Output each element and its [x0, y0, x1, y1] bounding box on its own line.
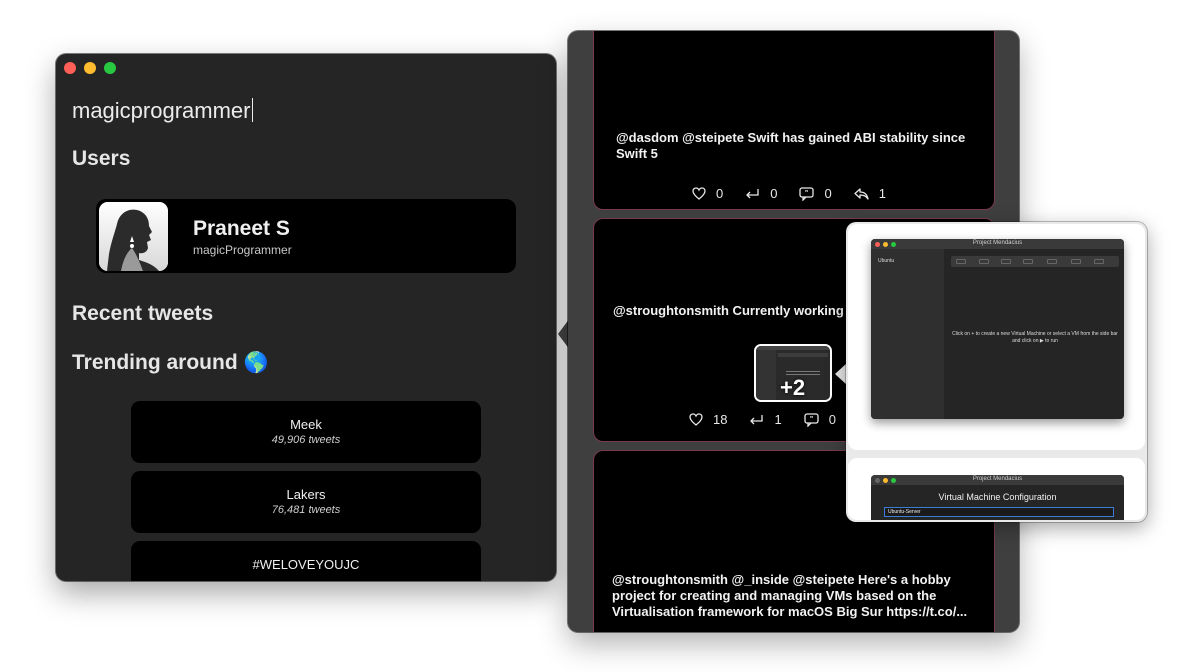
user-name: Praneet S — [193, 217, 290, 240]
retweet-button[interactable]: 1 — [749, 412, 782, 427]
close-window-button[interactable] — [64, 62, 76, 74]
like-button[interactable]: 0 — [692, 186, 723, 201]
quote-count: 0 — [824, 186, 832, 201]
config-heading: Virtual Machine Configuration — [938, 492, 1057, 502]
config-titlebar: Project Mendacius — [871, 475, 1124, 485]
delete-icon — [1094, 259, 1104, 264]
trending-section-title: Trending around 🌎 — [72, 350, 268, 375]
heart-icon — [689, 413, 703, 426]
user-result-card[interactable]: Praneet S magicProgrammer — [96, 199, 516, 273]
tweet-card[interactable]: @dasdom @steipete Swift has gained ABI s… — [593, 31, 995, 210]
quote-button[interactable]: " 0 — [804, 412, 836, 427]
vm-sidebar-item: Ubuntu — [878, 258, 895, 264]
trend-name: Meek — [290, 417, 322, 432]
text-caret — [251, 98, 253, 122]
preview-image-1[interactable]: Project Mendacius Ubuntu Click on + to c… — [848, 224, 1145, 450]
like-button[interactable]: 18 — [689, 412, 727, 427]
vm-titlebar: Project Mendacius — [871, 239, 1124, 249]
recent-tweets-section-title: Recent tweets — [72, 302, 214, 325]
zoom-window-button[interactable] — [104, 62, 116, 74]
vm-toolbar — [951, 256, 1119, 267]
svg-text:": " — [805, 190, 808, 197]
trend-name: #WELOVEYOUJC — [252, 557, 360, 572]
reply-icon — [854, 188, 869, 200]
vm-sidebar: Ubuntu — [871, 249, 944, 419]
media-thumbnail[interactable]: +2 — [754, 344, 832, 402]
media-preview-popover: Project Mendacius Ubuntu Click on + to c… — [846, 222, 1147, 522]
config-window-title: Project Mendacius — [972, 476, 1023, 482]
vm-empty-message: Click on + to create a new Virtual Machi… — [952, 331, 1118, 344]
quote-bubble-icon: " — [804, 412, 819, 427]
avatar — [99, 202, 168, 271]
preview-image-2[interactable]: Project Mendacius Virtual Machine Config… — [848, 458, 1145, 520]
globe-icon: 🌎 — [243, 352, 269, 374]
play-icon — [979, 259, 989, 264]
retweet-icon — [750, 415, 764, 425]
more-media-count: +2 — [780, 375, 806, 400]
tweet-text: @dasdom @steipete Swift has gained ABI s… — [616, 130, 966, 161]
settings-icon — [1071, 259, 1081, 264]
retweet-count: 0 — [770, 186, 778, 201]
vm-name-field: Ubuntu-Server — [884, 507, 1114, 517]
trend-name: Lakers — [286, 487, 326, 502]
search-input[interactable]: magicprogrammer — [72, 98, 253, 124]
tweet-actions: 18 1 " 0 — [689, 412, 858, 427]
heart-icon — [692, 187, 706, 200]
minimize-window-button[interactable] — [84, 62, 96, 74]
search-window: magicprogrammer Users Praneet S magicPro… — [56, 54, 556, 581]
like-count: 0 — [716, 186, 724, 201]
trend-count: 76,481 tweets — [271, 504, 341, 516]
user-handle: magicProgrammer — [193, 243, 292, 257]
retweet-icon — [746, 189, 759, 199]
reply-count: 1 — [878, 186, 886, 201]
screen-icon — [1047, 259, 1057, 264]
add-icon — [956, 259, 966, 264]
quote-count: 0 — [828, 412, 836, 427]
vm-config-window: Project Mendacius Virtual Machine Config… — [871, 475, 1124, 520]
retweet-count: 1 — [774, 412, 782, 427]
vm-window-title: Project Mendacius — [972, 240, 1023, 246]
tweet-text: @stroughtonsmith @_inside @steipete Here… — [612, 572, 968, 619]
quote-bubble-icon: " — [799, 186, 815, 201]
trend-count: 49,906 tweets — [271, 434, 341, 446]
reply-button[interactable]: 1 — [854, 186, 886, 201]
trend-item[interactable]: #WELOVEYOUJC — [131, 541, 481, 581]
trend-item[interactable]: Meek 49,906 tweets — [131, 401, 481, 463]
retweet-button[interactable]: 0 — [745, 186, 777, 201]
quote-button[interactable]: " 0 — [799, 186, 832, 201]
vm-app-window: Project Mendacius Ubuntu Click on + to c… — [871, 239, 1124, 419]
tweet-actions: 0 0 " 0 1 — [692, 186, 908, 201]
pause-icon — [1001, 259, 1011, 264]
trend-item[interactable]: Lakers 76,481 tweets — [131, 471, 481, 533]
like-count: 18 — [713, 412, 728, 427]
trending-title-text: Trending around — [72, 351, 238, 374]
stop-icon — [1023, 259, 1033, 264]
svg-text:": " — [810, 416, 813, 423]
users-section-title: Users — [72, 147, 131, 170]
